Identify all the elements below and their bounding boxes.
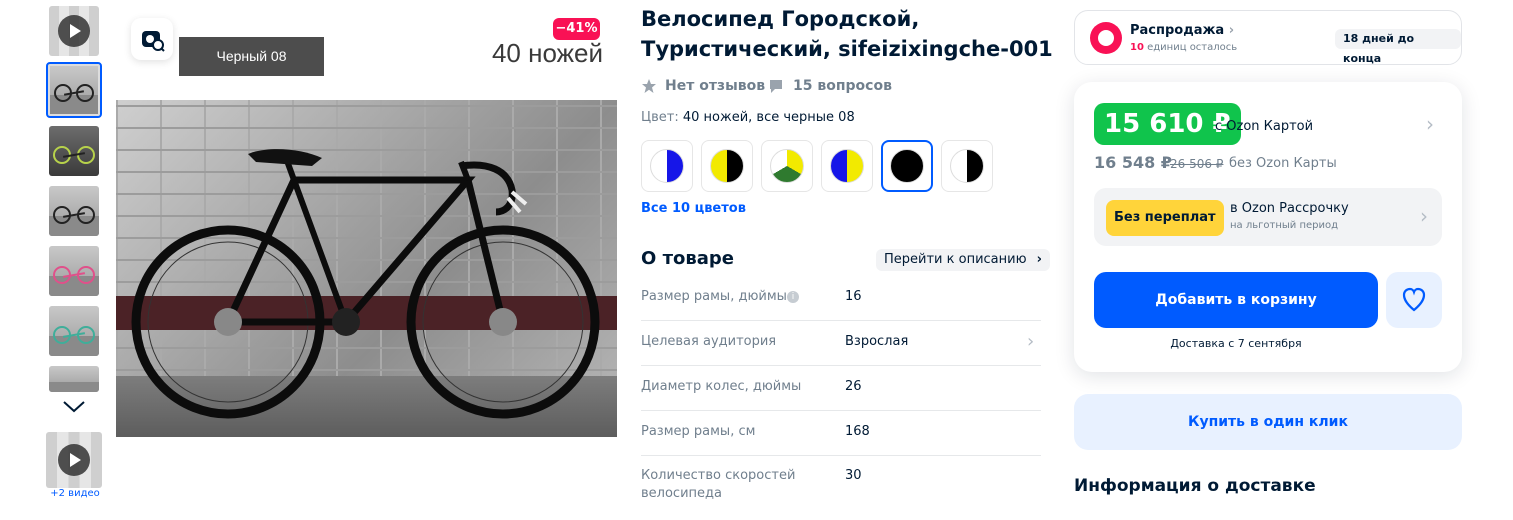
video-thumbnail-2[interactable] [46,432,102,488]
swatch-color-disc [890,149,924,183]
spec-value: Взрослая [845,334,909,349]
sale-units: 10 единиц осталось [1130,42,1237,53]
chevron-right-icon: › [1228,23,1235,38]
spec-row: Размер рамы, см 168 [641,411,1041,456]
chevron-right-icon: › [1027,331,1035,352]
regular-price-label: без Ozon Карты [1229,156,1337,171]
old-price: 26 506 ₽ [1170,157,1224,171]
spec-value: 26 [845,379,862,394]
color-line: Цвет: 40 ножей, все черные 08 [641,110,855,125]
videos-count-label[interactable]: +2 видео [40,488,110,499]
spec-row: Диаметр колес, дюймы 26 [641,366,1041,411]
thumbnail-1[interactable] [46,62,102,118]
installment-title: в Ozon Рассрочку [1230,201,1349,216]
spec-value: 30 [845,468,862,483]
play-icon [58,15,90,47]
reviews-text: Нет отзывов [665,78,766,94]
thumbnail-4[interactable] [49,246,99,296]
discount-badge: −41% [553,18,600,40]
favorite-button[interactable] [1386,272,1442,328]
about-title: О товаре [641,248,734,269]
spec-key: Количество скоростей велосипеда [641,468,796,501]
spec-row[interactable]: Целевая аудитория Взрослая › [641,321,1041,366]
color-value: 40 ножей, все черные 08 [682,110,855,125]
chevron-down-icon[interactable] [62,398,86,414]
questions-text: 15 вопросов [793,78,892,94]
star-icon [642,79,656,93]
color-swatch[interactable] [641,140,693,192]
card-price-label: с Ozon Картой [1215,119,1314,134]
variant-label: Черный 08 [179,37,324,76]
installment-sub: на льготный период [1230,220,1339,231]
reviews-link[interactable]: Нет отзывов [641,76,765,96]
video-thumbnail[interactable] [49,6,99,56]
all-colors-link[interactable]: Все 10 цветов [641,201,746,216]
chevron-right-icon[interactable]: › [1426,112,1434,136]
no-overpay-badge: Без переплат [1106,200,1224,236]
color-swatch[interactable] [701,140,753,192]
swatch-color-disc [830,149,864,183]
swatch-color-disc [650,149,684,183]
goto-description-label: Перейти к описанию [884,252,1027,267]
color-swatch[interactable] [761,140,813,192]
thumbnail-6[interactable] [49,366,99,392]
regular-price: 16 548 ₽ [1094,153,1172,172]
spec-key: Диаметр колес, дюймы [641,379,802,394]
color-swatch[interactable] [821,140,873,192]
product-title: Велосипед Городской, Туристический, sife… [641,7,1053,61]
buy-one-click-button[interactable]: Купить в один клик [1074,394,1462,450]
thumbnail-3[interactable] [49,186,99,236]
image-search-button[interactable] [131,18,173,60]
heart-icon [1402,287,1426,312]
goto-description-button[interactable]: Перейти к описанию › [876,249,1051,271]
play-icon [58,444,90,476]
bicycle-illustration [131,149,600,419]
spec-row: Размер рамы, дюймы i 16 [641,276,1041,321]
chevron-right-icon: › [1036,252,1043,267]
questions-link[interactable]: 15 вопросов [768,76,892,96]
spec-value: 16 [845,289,862,304]
sale-title-row: Распродажа › [1130,23,1234,38]
info-icon[interactable]: i [787,291,799,303]
main-product-image[interactable] [116,100,617,437]
thumbnail-2[interactable] [49,126,99,176]
chat-icon [770,80,782,93]
camera-search-icon [142,31,165,52]
sale-icon [1090,22,1122,54]
sale-title: Распродажа [1130,23,1225,38]
color-swatch[interactable] [881,140,933,192]
swatch-color-disc [710,149,744,183]
image-overlay-text: 40 ножей [491,38,603,68]
swatch-color-disc [950,149,984,183]
sale-units-count: 10 [1130,42,1144,53]
delivery-info-title: Информация о доставке [1074,476,1316,496]
days-left-badge: 18 дней до конца [1335,29,1461,65]
color-swatch[interactable] [941,140,993,192]
spec-row: Количество скоростей велосипеда 30 [641,456,1041,520]
chevron-right-icon: › [1420,204,1428,228]
swatch-color-disc [770,149,804,183]
sale-card[interactable]: Распродажа › 10 единиц осталось 18 дней … [1074,10,1462,65]
add-to-cart-button[interactable]: Добавить в корзину [1094,272,1378,328]
delivery-date: Доставка с 7 сентября [1170,337,1302,350]
thumbnail-5[interactable] [49,306,99,356]
spec-key: Размер рамы, см [641,424,756,439]
sale-units-text: единиц осталось [1143,42,1238,53]
color-label: Цвет: [641,110,679,125]
spec-value: 168 [845,424,870,439]
spec-key: Целевая аудитория [641,334,777,349]
